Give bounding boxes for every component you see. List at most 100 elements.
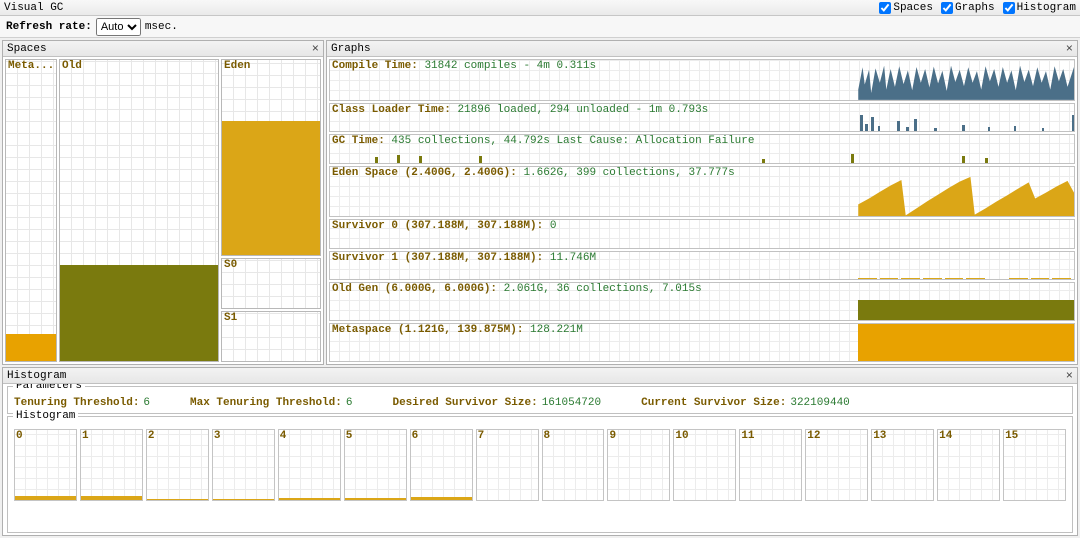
- current-survivor-size-label: Current Survivor Size:: [641, 397, 786, 409]
- graph-s0-value: 0: [550, 220, 557, 232]
- histogram-cell: 12: [805, 429, 868, 501]
- view-toggles: Spaces Graphs Histogram: [879, 2, 1076, 14]
- title-bar: Visual GC Spaces Graphs Histogram: [0, 0, 1080, 16]
- histogram-panel: Histogram × Parameters Tenuring Threshol…: [2, 367, 1078, 536]
- graph-old-value: 2.061G, 36 collections, 7.015s: [504, 283, 702, 295]
- histogram-cell: 13: [871, 429, 934, 501]
- max-tenuring-threshold-label: Max Tenuring Threshold:: [190, 397, 342, 409]
- histogram-cell-index: 0: [16, 430, 23, 442]
- graph-old-label: Old Gen (6.000G, 6.000G):: [332, 283, 497, 295]
- graph-s1-label: Survivor 1 (307.188M, 307.188M):: [332, 252, 543, 264]
- graph-class-loader-label: Class Loader Time:: [332, 104, 451, 116]
- desired-survivor-size-value: 161054720: [542, 397, 601, 409]
- histogram-cell-bar: [279, 498, 340, 500]
- histogram-cell-index: 4: [280, 430, 287, 442]
- space-s1-label: S1: [222, 312, 239, 324]
- histogram-cell-index: 13: [873, 430, 886, 442]
- graph-eden: Eden Space (2.400G, 2.400G): 1.662G, 399…: [329, 166, 1075, 217]
- space-old-label: Old: [60, 60, 84, 72]
- histogram-cell: 1: [80, 429, 143, 501]
- parameters-title: Parameters: [13, 384, 85, 392]
- histogram-cell: 15: [1003, 429, 1066, 501]
- histogram-panel-title: Histogram: [7, 370, 66, 382]
- close-icon[interactable]: ×: [312, 42, 319, 56]
- space-metaspace-fill: [6, 334, 56, 361]
- tenuring-threshold-value: 6: [143, 397, 150, 409]
- space-metaspace: Meta...: [5, 59, 57, 362]
- histogram-box: Histogram 0123456789101112131415: [7, 416, 1073, 533]
- graph-old: Old Gen (6.000G, 6.000G): 2.061G, 36 col…: [329, 282, 1075, 321]
- current-survivor-size-value: 322109440: [790, 397, 849, 409]
- close-icon[interactable]: ×: [1066, 369, 1073, 383]
- refresh-unit: msec.: [145, 21, 178, 33]
- desired-survivor-size-label: Desired Survivor Size:: [392, 397, 537, 409]
- histogram-cell: 10: [673, 429, 736, 501]
- toggle-graphs-checkbox[interactable]: [941, 2, 953, 14]
- space-eden: Eden: [221, 59, 321, 256]
- histogram-cell-bar: [147, 499, 208, 500]
- histogram-cell-bar: [411, 497, 472, 500]
- space-s0: S0: [221, 258, 321, 309]
- histogram-cell: 6: [410, 429, 473, 501]
- graph-gc-time-marks: [330, 148, 1074, 163]
- histogram-cell-index: 14: [939, 430, 952, 442]
- toggle-histogram-label: Histogram: [1017, 2, 1076, 14]
- graph-s0-label: Survivor 0 (307.188M, 307.188M):: [332, 220, 543, 232]
- refresh-bar: Refresh rate: Auto msec.: [0, 16, 1080, 38]
- histogram-cell-index: 2: [148, 430, 155, 442]
- graph-compile-time: Compile Time: 31842 compiles - 4m 0.311s: [329, 59, 1075, 101]
- graph-compile-time-label: Compile Time:: [332, 60, 418, 72]
- toggle-spaces-checkbox[interactable]: [879, 2, 891, 14]
- parameters-box: Parameters Tenuring Threshold: 6 Max Tenu…: [7, 386, 1073, 414]
- histogram-cell: 0: [14, 429, 77, 501]
- histogram-cell-bar: [213, 499, 274, 500]
- histogram-cell-bar: [81, 496, 142, 500]
- histogram-cell-index: 11: [741, 430, 754, 442]
- toggle-graphs[interactable]: Graphs: [941, 2, 995, 14]
- graph-gc-time: GC Time: 435 collections, 44.792s Last C…: [329, 134, 1075, 164]
- spaces-panel: Spaces × Meta... Old Eden: [2, 40, 324, 365]
- graph-metaspace: Metaspace (1.121G, 139.875M): 128.221M: [329, 323, 1075, 362]
- graph-compile-time-value: 31842 compiles - 4m 0.311s: [424, 60, 596, 72]
- max-tenuring-threshold-value: 6: [346, 397, 353, 409]
- histogram-cell-index: 3: [214, 430, 221, 442]
- histogram-box-title: Histogram: [13, 410, 78, 422]
- graph-old-fill: [858, 300, 1074, 320]
- histogram-cell-index: 8: [544, 430, 551, 442]
- histogram-cell-index: 6: [412, 430, 419, 442]
- refresh-select[interactable]: Auto: [96, 18, 141, 36]
- tenuring-threshold-label: Tenuring Threshold:: [14, 397, 139, 409]
- toggle-histogram-checkbox[interactable]: [1003, 2, 1015, 14]
- space-eden-label: Eden: [222, 60, 252, 72]
- histogram-cell: 4: [278, 429, 341, 501]
- histogram-cell: 2: [146, 429, 209, 501]
- toggle-spaces[interactable]: Spaces: [879, 2, 933, 14]
- space-old-fill: [60, 265, 218, 361]
- histogram-cells: 0123456789101112131415: [14, 429, 1066, 501]
- refresh-label: Refresh rate:: [6, 21, 92, 33]
- histogram-cell: 14: [937, 429, 1000, 501]
- graph-metaspace-fill: [858, 324, 1074, 361]
- histogram-cell-index: 15: [1005, 430, 1018, 442]
- graph-s1-value: 11.746M: [550, 252, 596, 264]
- spaces-panel-title: Spaces: [7, 43, 47, 55]
- space-s0-label: S0: [222, 259, 239, 271]
- space-metaspace-label: Meta...: [6, 60, 56, 72]
- toggle-histogram[interactable]: Histogram: [1003, 2, 1076, 14]
- histogram-cell: 3: [212, 429, 275, 501]
- graph-compile-time-fill: [858, 66, 1074, 100]
- histogram-cell: 5: [344, 429, 407, 501]
- graph-s1: Survivor 1 (307.188M, 307.188M): 11.746M: [329, 251, 1075, 281]
- histogram-cell-bar: [345, 498, 406, 500]
- graph-s0: Survivor 0 (307.188M, 307.188M): 0: [329, 219, 1075, 249]
- graph-metaspace-value: 128.221M: [530, 324, 583, 336]
- histogram-cell: 8: [542, 429, 605, 501]
- space-old: Old: [59, 59, 219, 362]
- graph-gc-time-label: GC Time:: [332, 135, 385, 147]
- histogram-cell: 7: [476, 429, 539, 501]
- histogram-cell-index: 1: [82, 430, 89, 442]
- histogram-cell-index: 12: [807, 430, 820, 442]
- histogram-cell-index: 10: [675, 430, 688, 442]
- histogram-cell-index: 5: [346, 430, 353, 442]
- close-icon[interactable]: ×: [1066, 42, 1073, 56]
